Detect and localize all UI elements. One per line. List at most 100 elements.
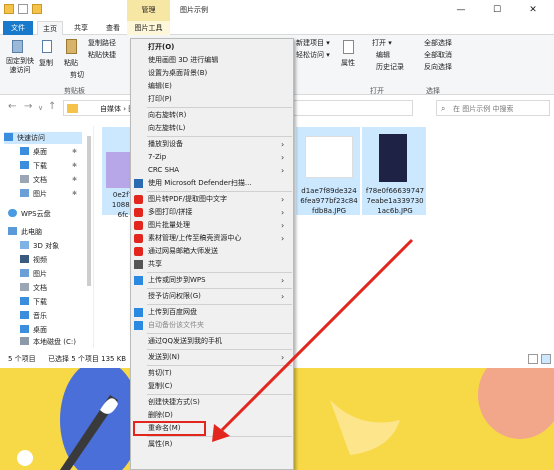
nav-item-wps-cloud[interactable]: WPS云盘 bbox=[8, 208, 51, 220]
nav-item-pc-pictures[interactable]: 图片 bbox=[20, 268, 47, 280]
nav-item-documents[interactable]: 文档 bbox=[20, 174, 47, 186]
nav-item-local-disk[interactable]: 本地磁盘 (C:) bbox=[20, 336, 76, 348]
minimize-button[interactable]: — bbox=[446, 0, 476, 21]
copy-path-button[interactable]: 复制路径 bbox=[88, 39, 116, 48]
file-thumbnail[interactable]: d1ae7f89de324 6fea977bf23c84 fdb8a.JPG bbox=[296, 127, 360, 215]
menu-item-35[interactable]: 创建快捷方式(S) bbox=[131, 396, 293, 409]
paste-icon bbox=[66, 39, 77, 54]
drive-icon bbox=[20, 337, 29, 345]
selection-info: 已选择 5 个项目 135 KB bbox=[48, 355, 127, 363]
menu-item-28[interactable]: 通过QQ发送到我的手机 bbox=[131, 335, 293, 348]
close-button[interactable]: ✕ bbox=[518, 0, 548, 21]
nav-item-pictures[interactable]: 图片 bbox=[20, 188, 47, 200]
open-group-label: 打开 bbox=[370, 87, 384, 95]
menu-item-9[interactable]: 播放到设备 › bbox=[131, 138, 293, 151]
submenu-chevron-icon: › bbox=[281, 166, 285, 175]
search-input[interactable]: ⌕ 在 图片示例 中搜索 bbox=[436, 100, 550, 116]
nav-label: 3D 对象 bbox=[33, 242, 60, 250]
invert-selection-button[interactable]: 反向选择 bbox=[424, 63, 452, 72]
recent-chevron-icon[interactable]: ∨ bbox=[38, 104, 43, 112]
menu-item-11[interactable]: CRC SHA › bbox=[131, 164, 293, 177]
file-name: d1ae7f89de324 6fea977bf23c84 fdb8a.JPG bbox=[300, 187, 358, 215]
folder-icon bbox=[67, 104, 78, 113]
large-icons-view-icon[interactable] bbox=[541, 354, 551, 364]
checkbox-icon[interactable] bbox=[18, 4, 28, 14]
nav-label: 视频 bbox=[33, 256, 47, 264]
maximize-button[interactable]: ☐ bbox=[482, 0, 512, 21]
menu-item-12[interactable]: 使用 Microsoft Defender扫描... bbox=[131, 177, 293, 190]
select-none-button[interactable]: 全部取消 bbox=[424, 51, 452, 60]
menu-item-14[interactable]: 图片转PDF/提取图中文字 › bbox=[131, 193, 293, 206]
menu-item-30[interactable]: 发送到(N) › bbox=[131, 351, 293, 364]
menu-item-25[interactable]: 上传到百度网盘 bbox=[131, 306, 293, 319]
menu-item-0[interactable]: 打开(O) bbox=[131, 41, 293, 54]
nav-label: 快速访问 bbox=[17, 134, 45, 142]
nav-item-desktop[interactable]: 桌面 bbox=[20, 146, 47, 158]
submenu-chevron-icon: › bbox=[281, 276, 285, 285]
menu-item-19[interactable]: 共享 bbox=[131, 258, 293, 271]
nav-item-pc-documents[interactable]: 文档 bbox=[20, 282, 47, 294]
menu-item-26[interactable]: 自动备份该文件夹 bbox=[131, 319, 293, 332]
nav-item-this-pc[interactable]: 此电脑 bbox=[8, 226, 42, 238]
tab-home[interactable]: 主页 bbox=[37, 21, 63, 35]
nav-item-pc-desktop[interactable]: 桌面 bbox=[20, 324, 47, 336]
menu-separator bbox=[147, 365, 292, 366]
easy-access-button[interactable]: 轻松访问 ▾ bbox=[296, 51, 330, 60]
menu-item-7[interactable]: 向左旋转(L) bbox=[131, 122, 293, 135]
nav-label: 音乐 bbox=[33, 312, 47, 320]
nav-item-downloads[interactable]: 下载 bbox=[20, 160, 47, 172]
menu-item-2[interactable]: 设置为桌面背景(B) bbox=[131, 67, 293, 80]
navigation-pane: 快速访问 桌面 ✱ 下载 ✱ 文档 ✱ 图片 ✱ WPS云盘 此电脑 3D 对象… bbox=[0, 126, 94, 348]
menu-item-32[interactable]: 剪切(T) bbox=[131, 367, 293, 380]
paste-button[interactable]: 粘贴 bbox=[64, 59, 78, 68]
back-arrow-icon[interactable]: ← bbox=[8, 101, 16, 112]
menu-item-39[interactable]: 属性(R) bbox=[131, 438, 293, 451]
menu-item-23[interactable]: 授予访问权限(G) › bbox=[131, 290, 293, 303]
menu-item-16[interactable]: 图片批量处理 › bbox=[131, 219, 293, 232]
menu-item-15[interactable]: 多图打印/拼接 › bbox=[131, 206, 293, 219]
history-button[interactable]: 历史记录 bbox=[376, 63, 404, 72]
paste-shortcut-button[interactable]: 粘贴快捷 bbox=[88, 51, 116, 60]
menu-item-4[interactable]: 打印(P) bbox=[131, 93, 293, 106]
nav-item-3d-objects[interactable]: 3D 对象 bbox=[20, 240, 59, 252]
forward-arrow-icon[interactable]: → bbox=[24, 101, 32, 112]
rename-highlight-box bbox=[133, 421, 206, 436]
up-arrow-icon[interactable]: ↑ bbox=[48, 101, 56, 112]
menu-item-6[interactable]: 向右旋转(R) bbox=[131, 109, 293, 122]
pin-icon bbox=[12, 40, 23, 53]
details-view-icon[interactable] bbox=[528, 354, 538, 364]
nav-item-pc-downloads[interactable]: 下载 bbox=[20, 296, 47, 308]
pin-to-quick-access-button[interactable]: 固定到快 速访问 bbox=[4, 57, 36, 75]
menu-item-label: 复制(C) bbox=[148, 382, 173, 390]
menu-item-33[interactable]: 复制(C) bbox=[131, 380, 293, 393]
new-item-button[interactable]: 新建项目 ▾ bbox=[296, 39, 330, 48]
file-thumbnail[interactable]: f78e0f66639747 7eabe1a339730 1ac6b.JPG bbox=[362, 127, 426, 215]
tab-view[interactable]: 查看 bbox=[100, 21, 126, 35]
scrollbar-thumb[interactable] bbox=[87, 136, 91, 286]
new-folder-icon[interactable] bbox=[32, 4, 42, 14]
open-button[interactable]: 打开 ▾ bbox=[372, 39, 392, 48]
tab-share[interactable]: 共享 bbox=[68, 21, 94, 35]
menu-item-3[interactable]: 编辑(E) bbox=[131, 80, 293, 93]
edit-button[interactable]: 编辑 bbox=[376, 51, 390, 60]
nav-item-music[interactable]: 音乐 bbox=[20, 310, 47, 322]
select-all-button[interactable]: 全部选择 bbox=[424, 39, 452, 48]
menu-item-21[interactable]: 上传或同步到WPS › bbox=[131, 274, 293, 287]
properties-button[interactable]: 属性 bbox=[341, 59, 355, 68]
nav-quick-access[interactable]: 快速访问 bbox=[4, 132, 82, 144]
nav-scrollbar[interactable] bbox=[86, 130, 92, 348]
copy-button[interactable]: 复制 bbox=[39, 59, 53, 68]
tab-file[interactable]: 文件 bbox=[3, 21, 33, 35]
menu-item-label: 共享 bbox=[148, 260, 162, 268]
menu-item-17[interactable]: 素材管理/上传至稿壳资源中心 › bbox=[131, 232, 293, 245]
cut-button[interactable]: 剪切 bbox=[70, 71, 84, 80]
menu-item-18[interactable]: 通过网易邮箱大师发送 bbox=[131, 245, 293, 258]
nav-item-videos[interactable]: 视频 bbox=[20, 254, 47, 266]
menu-item-1[interactable]: 使用画图 3D 进行编辑 bbox=[131, 54, 293, 67]
tab-picture-tools[interactable]: 图片工具 bbox=[127, 21, 170, 35]
menu-item-label: 多图打印/拼接 bbox=[148, 208, 193, 216]
menu-item-10[interactable]: 7-Zip › bbox=[131, 151, 293, 164]
desktop-icon bbox=[20, 147, 29, 155]
window-title: 图片示例 bbox=[180, 6, 208, 14]
folder-icon[interactable] bbox=[4, 4, 14, 14]
